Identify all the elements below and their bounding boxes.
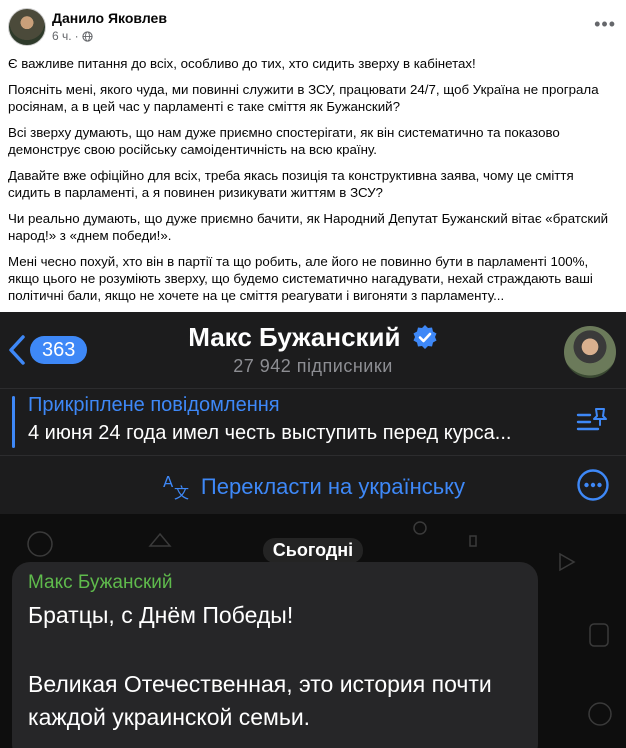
post-paragraph: Є важливе питання до всіх, особливо до т… xyxy=(8,56,476,71)
message-sender: Макс Бужанский xyxy=(28,572,173,593)
post-time[interactable]: 6 ч. xyxy=(52,29,72,43)
subscriber-count: 27 942 підписники xyxy=(233,356,393,376)
author-name[interactable]: Данило Яковлев xyxy=(52,10,167,26)
pinned-message-bar[interactable]: Прикріплене повідомлення 4 июня 24 года … xyxy=(0,388,626,455)
message-bubble[interactable]: Макс Бужанский Братцы, с Днём Победы! Ве… xyxy=(12,562,538,748)
facebook-post: Данило Яковлев 6 ч. · ••• Є важливе пита… xyxy=(0,0,626,312)
translate-label: Перекласти на українську xyxy=(200,474,466,499)
telegram-screenshot: 363 Макс Бужанский 27 942 підписники При… xyxy=(0,312,626,748)
message-line: Великая Отечественная, это история почти… xyxy=(28,671,492,730)
post-paragraph: Мені чесно похуй, хто він в партії та що… xyxy=(8,254,593,303)
author-avatar[interactable] xyxy=(8,8,46,46)
post-header: Данило Яковлев 6 ч. · ••• xyxy=(8,8,618,46)
message-line: Братцы, с Днём Победы! xyxy=(28,602,294,628)
more-circle-icon[interactable] xyxy=(576,468,610,502)
post-meta: 6 ч. · xyxy=(52,29,93,43)
meta-separator: · xyxy=(74,29,79,43)
pinned-indicator xyxy=(12,396,15,448)
svg-text:A: A xyxy=(163,473,174,491)
translate-bar: A 文 Перекласти на українську xyxy=(0,455,626,514)
pinned-text: 4 июня 24 года имел честь выступить пере… xyxy=(28,422,512,444)
translate-icon: A 文 xyxy=(163,473,189,500)
date-separator: Сьогодні xyxy=(0,538,626,563)
channel-title[interactable]: Макс Бужанский xyxy=(0,322,626,353)
globe-icon xyxy=(81,30,93,42)
pin-list-icon[interactable] xyxy=(576,407,608,437)
post-paragraph: Давайте вже офіційно для всіх, треба яка… xyxy=(8,168,574,200)
post-text: Є важливе питання до всіх, особливо до т… xyxy=(8,55,614,313)
translate-button[interactable]: A 文 Перекласти на українську xyxy=(0,470,626,500)
pinned-title: Прикріплене повідомлення xyxy=(28,394,280,416)
date-chip: Сьогодні xyxy=(262,538,364,563)
post-paragraph: Чи реально думають, що дуже приємно бачи… xyxy=(8,211,609,243)
channel-name: Макс Бужанский xyxy=(188,322,401,352)
more-options-icon[interactable]: ••• xyxy=(594,14,616,35)
post-paragraph: Всі зверху думають, що нам дуже приємно … xyxy=(8,125,560,157)
chat-area: Сьогодні Макс Бужанский Братцы, с Днём П… xyxy=(0,514,626,748)
channel-header: 363 Макс Бужанский 27 942 підписники xyxy=(0,312,626,388)
verified-badge-icon xyxy=(413,325,437,349)
svg-text:文: 文 xyxy=(174,484,189,500)
channel-avatar[interactable] xyxy=(564,326,616,378)
post-paragraph: Поясніть мені, якого чуда, ми повинні сл… xyxy=(8,82,599,114)
